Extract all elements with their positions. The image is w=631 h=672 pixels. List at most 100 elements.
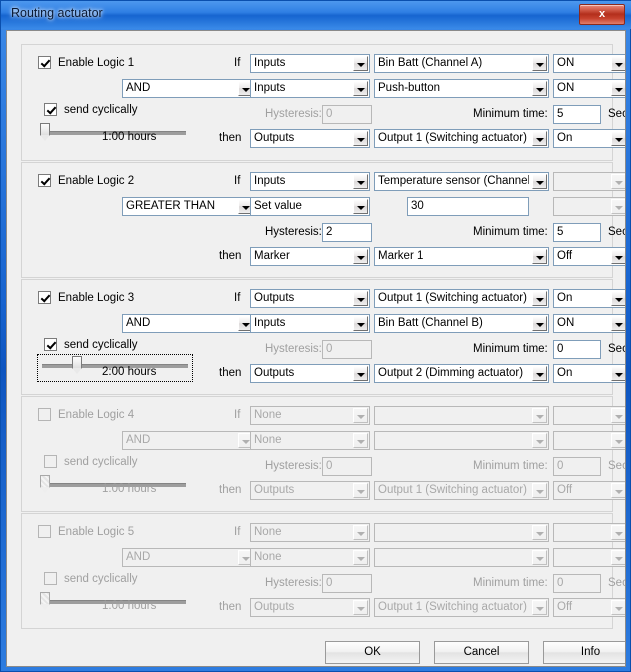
- action-source-select-3[interactable]: Outputs: [250, 364, 370, 383]
- condition2-object-select-3-value: Bin Batt (Channel B): [378, 317, 483, 329]
- condition2-object-select-1-value: Push-button: [378, 82, 441, 94]
- slider-thumb[interactable]: [40, 123, 50, 141]
- operator-value-3: AND: [126, 317, 151, 329]
- operator-value-1: AND: [126, 82, 151, 94]
- condition1-state-select-3-value: On: [557, 292, 573, 304]
- dialog-window: Routing actuator x Enable Logic 1 If AND se…: [0, 0, 631, 672]
- chevron-down-icon: [353, 366, 368, 381]
- action-source-select-1[interactable]: Outputs: [250, 129, 370, 148]
- minimum-time-input-2[interactable]: 5: [553, 223, 601, 242]
- enable-logic-checkbox-2[interactable]: [38, 174, 51, 187]
- if-label-2: If: [234, 175, 241, 187]
- condition1-source-select-2[interactable]: Inputs: [250, 172, 370, 191]
- close-icon[interactable]: x: [579, 4, 625, 25]
- sec-label-1: Sec.: [608, 108, 625, 120]
- action-object-select-5-value: Output 1 (Switching actuator): [378, 601, 527, 613]
- condition1-source-select-4: None: [250, 406, 370, 425]
- then-label-4: then: [219, 484, 242, 496]
- enable-logic-checkbox-4[interactable]: [38, 408, 51, 421]
- slider-thumb[interactable]: [72, 356, 82, 374]
- chevron-down-icon: [611, 408, 625, 423]
- enable-logic-label-5: Enable Logic 5: [58, 526, 135, 538]
- condition1-object-select-1-value: Bin Batt (Channel A): [378, 57, 483, 69]
- condition2-source-select-4-value: None: [254, 434, 282, 446]
- chevron-down-icon: [611, 316, 625, 331]
- condition1-state-select-1-value: ON: [557, 57, 575, 69]
- condition1-object-select-4: [374, 406, 549, 425]
- dialog-client-area: Enable Logic 1 If AND send cyclically 1:00 h…: [6, 30, 626, 667]
- send-cyclically-checkbox-3[interactable]: [44, 338, 57, 351]
- condition1-state-select-1[interactable]: ON: [553, 54, 625, 73]
- action-source-select-4-value: Outputs: [254, 484, 295, 496]
- info-button[interactable]: Info: [543, 641, 625, 664]
- minimum-time-label-1: Minimum time:: [473, 108, 548, 120]
- action-object-select-3[interactable]: Output 2 (Dimming actuator): [374, 364, 549, 383]
- condition2-state-select-3[interactable]: ON: [553, 314, 625, 333]
- chevron-down-icon: [611, 249, 625, 264]
- action-state-select-3[interactable]: On: [553, 364, 625, 383]
- check-mark-icon: [40, 292, 50, 302]
- action-object-select-2[interactable]: Marker 1: [374, 247, 549, 266]
- condition1-source-select-3[interactable]: Outputs: [250, 289, 370, 308]
- action-state-select-1[interactable]: On: [553, 129, 625, 148]
- chevron-down-icon: [532, 249, 547, 264]
- condition2-object-select-1[interactable]: Push-button: [374, 79, 549, 98]
- action-source-select-2[interactable]: Marker: [250, 247, 370, 266]
- condition2-source-select-3[interactable]: Inputs: [250, 314, 370, 333]
- condition1-source-select-3-value: Outputs: [254, 292, 295, 304]
- condition1-object-select-3[interactable]: Output 1 (Switching actuator): [374, 289, 549, 308]
- minimum-time-label-5: Minimum time:: [473, 577, 548, 589]
- chevron-down-icon: [611, 81, 625, 96]
- chevron-down-icon: [353, 408, 368, 423]
- logic-group-5: Enable Logic 5 If AND send cyclically 1:00 h…: [21, 513, 625, 629]
- hysteresis-input-2[interactable]: 2: [322, 223, 372, 242]
- chevron-down-icon: [353, 291, 368, 306]
- operator-select-1[interactable]: AND: [122, 79, 255, 98]
- action-object-select-1[interactable]: Output 1 (Switching actuator): [374, 129, 549, 148]
- action-object-select-4: Output 1 (Switching actuator): [374, 481, 549, 500]
- action-state-select-1-value: On: [557, 132, 573, 144]
- if-label-1: If: [234, 57, 241, 69]
- condition1-source-select-5: None: [250, 523, 370, 542]
- minimum-time-label-2: Minimum time:: [473, 226, 548, 238]
- enable-logic-checkbox-1[interactable]: [38, 56, 51, 69]
- enable-logic-checkbox-3[interactable]: [38, 291, 51, 304]
- cancel-button[interactable]: Cancel: [434, 641, 529, 664]
- condition2-state-select-2: [553, 197, 625, 216]
- chevron-down-icon: [532, 291, 547, 306]
- action-state-select-2[interactable]: Off: [553, 247, 625, 266]
- condition1-state-select-3[interactable]: On: [553, 289, 625, 308]
- ok-button[interactable]: OK: [325, 641, 420, 664]
- condition2-source-select-1[interactable]: Inputs: [250, 79, 370, 98]
- condition2-value-input-2[interactable]: 30: [407, 197, 529, 216]
- minimum-time-input-3[interactable]: 0: [553, 340, 601, 359]
- action-source-select-3-value: Outputs: [254, 367, 295, 379]
- action-state-select-4: Off: [553, 481, 625, 500]
- condition1-source-select-5-value: None: [254, 526, 282, 538]
- condition2-object-select-3[interactable]: Bin Batt (Channel B): [374, 314, 549, 333]
- chevron-down-icon: [532, 56, 547, 71]
- action-state-select-4-value: Off: [557, 484, 573, 496]
- chevron-down-icon: [532, 81, 547, 96]
- action-source-select-4: Outputs: [250, 481, 370, 500]
- condition1-object-select-1[interactable]: Bin Batt (Channel A): [374, 54, 549, 73]
- enable-logic-checkbox-5[interactable]: [38, 525, 51, 538]
- check-mark-icon: [46, 339, 56, 349]
- action-source-select-5-value: Outputs: [254, 601, 295, 613]
- condition2-source-select-2[interactable]: Set value: [250, 197, 370, 216]
- minimum-time-label-4: Minimum time:: [473, 460, 548, 472]
- send-cyclically-checkbox-1[interactable]: [44, 103, 57, 116]
- condition1-source-select-1-value: Inputs: [254, 57, 286, 69]
- condition1-source-select-1[interactable]: Inputs: [250, 54, 370, 73]
- send-cyclically-label-3: send cyclically: [64, 339, 138, 351]
- condition2-state-select-1[interactable]: ON: [553, 79, 625, 98]
- if-label-4: If: [234, 409, 241, 421]
- minimum-time-input-1[interactable]: 5: [553, 105, 601, 124]
- condition1-object-select-2[interactable]: Temperature sensor (Channel.: [374, 172, 549, 191]
- operator-select-3[interactable]: AND: [122, 314, 255, 333]
- hysteresis-value-1: 0: [326, 108, 333, 120]
- operator-select-2[interactable]: GREATER THAN: [122, 197, 255, 216]
- condition1-source-select-4-value: None: [254, 409, 282, 421]
- enable-logic-label-1: Enable Logic 1: [58, 57, 135, 69]
- action-state-select-3-value: On: [557, 367, 573, 379]
